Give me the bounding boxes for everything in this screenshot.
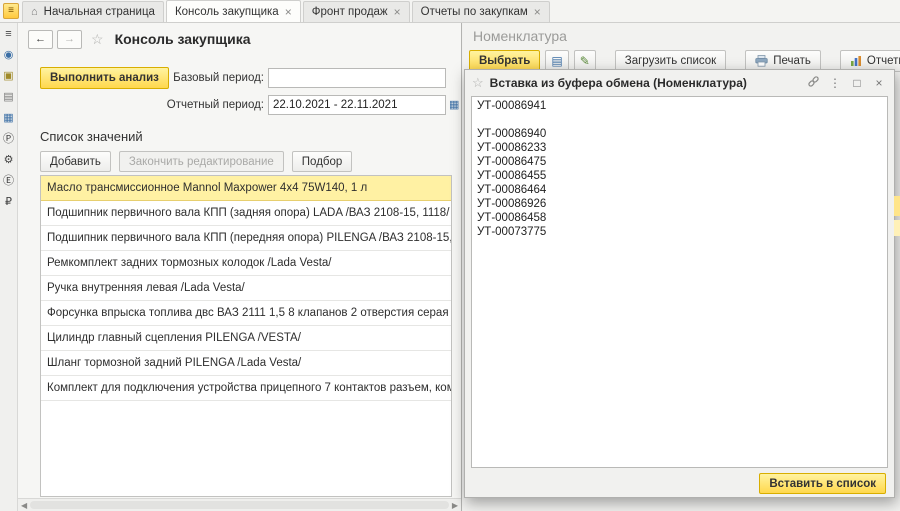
briefcase-icon[interactable]: ▣ bbox=[2, 69, 16, 83]
report-period-input[interactable] bbox=[268, 95, 446, 115]
scrollbar-track[interactable] bbox=[30, 501, 449, 509]
list-item[interactable]: Цилиндр главный сцепления PILENGA /VESTA… bbox=[41, 326, 451, 351]
panel-title: Номенклатура bbox=[473, 28, 567, 44]
tab-bar: ≡ ⌂ Начальная страница Консоль закупщика… bbox=[0, 0, 900, 23]
list-icon: ▤ bbox=[551, 55, 562, 67]
list-item[interactable]: Ремкомплект задних тормозных колодок /La… bbox=[41, 251, 451, 276]
list-item[interactable]: Шланг тормозной задний PILENGA /Lada Ves… bbox=[41, 351, 451, 376]
clipboard-textarea[interactable]: УТ-00086941 УТ-00086940 УТ-00086233 УТ-0… bbox=[471, 96, 888, 468]
console-header: ← → ☆ Консоль закупщика bbox=[18, 23, 461, 55]
list-item[interactable]: Форсунка впрыска топлива двс ВАЗ 2111 1,… bbox=[41, 301, 451, 326]
dialog-title: Вставка из буфера обмена (Номенклатура) bbox=[490, 76, 799, 90]
base-period-input[interactable] bbox=[268, 68, 446, 88]
list-item-label: Шланг тормозной задний PILENGA /Lada Ves… bbox=[47, 357, 301, 369]
value-list: Масло трансмиссионное Mannol Maxpower 4x… bbox=[40, 175, 452, 497]
finish-editing-button[interactable]: Закончить редактирование bbox=[119, 151, 284, 172]
value-list-toolbar: Добавить Закончить редактирование Подбор bbox=[40, 151, 461, 172]
close-icon[interactable]: × bbox=[285, 6, 292, 18]
close-icon[interactable]: × bbox=[534, 6, 541, 18]
main-menu-icon[interactable]: ≡ bbox=[2, 27, 16, 41]
tab-label: Начальная страница bbox=[44, 6, 155, 18]
list-item-label: Ремкомплект задних тормозных колодок /La… bbox=[47, 257, 331, 269]
settings-gear-icon[interactable]: ⚙ bbox=[2, 153, 16, 167]
favorite-star-icon[interactable]: ☆ bbox=[91, 31, 104, 48]
tab-home[interactable]: ⌂ Начальная страница bbox=[22, 1, 164, 22]
paste-from-clipboard-dialog: ☆ Вставка из буфера обмена (Номенклатура… bbox=[464, 69, 895, 498]
list-item[interactable]: Подшипник первичного вала КПП (передняя … bbox=[41, 226, 451, 251]
list-item-label: Подшипник первичного вала КПП (передняя … bbox=[47, 232, 451, 244]
list-item-label: Подшипник первичного вала КПП (задняя оп… bbox=[47, 207, 449, 219]
list-item-label: Комплект для подключения устройства приц… bbox=[47, 382, 451, 394]
add-button[interactable]: Добавить bbox=[40, 151, 111, 172]
link-icon[interactable] bbox=[805, 75, 821, 90]
analysis-form: Выполнить анализ Базовый период: Отчетны… bbox=[18, 55, 461, 127]
scroll-left-icon[interactable]: ◀ bbox=[21, 501, 27, 510]
favorite-star-icon[interactable]: ☆ bbox=[472, 75, 484, 91]
insert-to-list-button[interactable]: Вставить в список bbox=[759, 473, 886, 494]
app-menu-icon[interactable]: ≡ bbox=[3, 3, 19, 19]
close-icon[interactable]: × bbox=[871, 77, 887, 89]
partners-icon[interactable]: Ⓟ bbox=[2, 132, 16, 146]
base-period-label: Базовый период: bbox=[148, 72, 264, 84]
list-item[interactable]: Ручка внутренняя левая /Lada Vesta/ bbox=[41, 276, 451, 301]
print-label: Печать bbox=[773, 55, 811, 67]
list-item-label: Цилиндр главный сцепления PILENGA /VESTA… bbox=[47, 332, 301, 344]
back-button[interactable]: ← bbox=[28, 30, 53, 49]
background-selection-fragment bbox=[894, 220, 900, 236]
tab-label: Отчеты по закупкам bbox=[421, 6, 528, 18]
horizontal-scrollbar[interactable]: ◀ ▶ bbox=[18, 498, 461, 511]
calendar-icon[interactable]: ▤ bbox=[2, 90, 16, 104]
tab-sales-front[interactable]: Фронт продаж × bbox=[303, 1, 410, 22]
grid-icon[interactable]: ▦ bbox=[2, 111, 16, 125]
nomenclature-panel: Номенклатура Выбрать ▤ ✎ Загрузить списо… bbox=[463, 23, 900, 511]
report-period-label: Отчетный период: bbox=[148, 99, 264, 111]
left-icon-strip: ≡ ◉ ▣ ▤ ▦ Ⓟ ⚙ Ⓔ ₽ bbox=[0, 23, 18, 511]
enterprise-icon[interactable]: Ⓔ bbox=[2, 174, 16, 188]
history-icon[interactable]: ◉ bbox=[2, 48, 16, 62]
background-selection-fragment bbox=[894, 196, 900, 216]
ruble-icon[interactable]: ₽ bbox=[2, 195, 16, 209]
home-icon: ⌂ bbox=[31, 6, 38, 18]
maximize-icon[interactable]: □ bbox=[849, 77, 865, 89]
close-icon[interactable]: × bbox=[394, 6, 401, 18]
list-item[interactable]: Подшипник первичного вала КПП (задняя оп… bbox=[41, 201, 451, 226]
more-menu-icon[interactable]: ⋮ bbox=[827, 77, 843, 89]
list-item-label: Масло трансмиссионное Mannol Maxpower 4x… bbox=[47, 182, 367, 194]
forward-button[interactable]: → bbox=[57, 30, 82, 49]
tab-purchaser-console[interactable]: Консоль закупщика × bbox=[166, 0, 301, 22]
tab-label: Консоль закупщика bbox=[175, 6, 279, 18]
scroll-right-icon[interactable]: ▶ bbox=[452, 501, 458, 510]
value-list-title: Список значений bbox=[40, 129, 461, 144]
pick-button[interactable]: Подбор bbox=[292, 151, 353, 172]
period-picker-icon[interactable]: ▦ bbox=[449, 98, 459, 111]
reports-label: Отчеты bbox=[867, 55, 900, 67]
list-item-label: Ручка внутренняя левая /Lada Vesta/ bbox=[47, 282, 245, 294]
purchaser-console-panel: ← → ☆ Консоль закупщика Выполнить анализ… bbox=[18, 23, 462, 511]
pencil-icon: ✎ bbox=[580, 55, 590, 67]
list-item[interactable]: Масло трансмиссионное Mannol Maxpower 4x… bbox=[41, 176, 451, 201]
list-item[interactable]: Комплект для подключения устройства приц… bbox=[41, 376, 451, 401]
list-item-label: Форсунка впрыска топлива двс ВАЗ 2111 1,… bbox=[47, 307, 451, 319]
dialog-titlebar: ☆ Вставка из буфера обмена (Номенклатура… bbox=[465, 70, 894, 95]
printer-icon bbox=[755, 55, 768, 67]
page-title: Консоль закупщика bbox=[115, 31, 251, 47]
tab-purchase-reports[interactable]: Отчеты по закупкам × bbox=[412, 1, 550, 22]
tab-label: Фронт продаж bbox=[312, 6, 388, 18]
app-window: ≡ ⌂ Начальная страница Консоль закупщика… bbox=[0, 0, 900, 511]
report-chart-icon bbox=[850, 55, 862, 67]
